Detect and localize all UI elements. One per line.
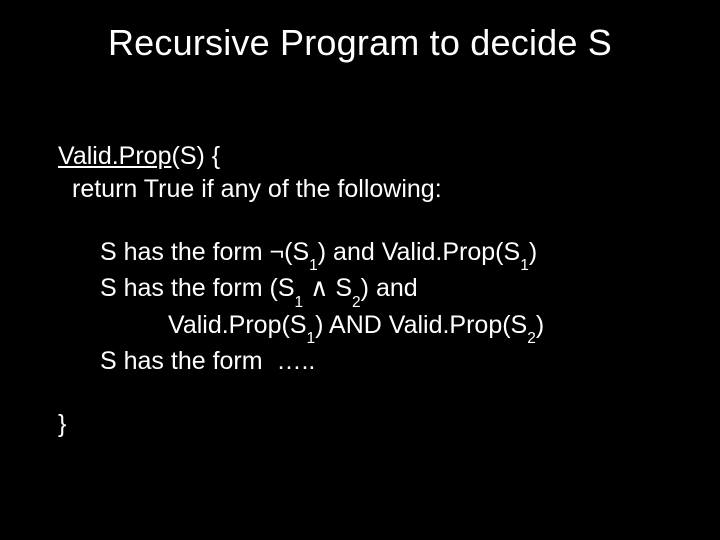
slide: Recursive Program to decide S Valid.Prop… — [0, 0, 720, 540]
not-symbol: ¬ — [270, 238, 285, 266]
case-2-line-2: Valid.Prop(S1) AND Valid.Prop(S2) — [58, 309, 680, 345]
close-brace: } — [58, 408, 680, 441]
spacer — [58, 206, 680, 236]
return-line: return True if any of the following: — [58, 173, 680, 206]
slide-body: Valid.Prop(S) { return True if any of th… — [58, 140, 680, 441]
spacer-2 — [58, 378, 680, 408]
case-2-line-1: S has the form (S1 ∧ S2) and — [58, 272, 680, 308]
slide-title: Recursive Program to decide S — [0, 22, 720, 64]
fn-name: Valid.Prop — [58, 142, 172, 170]
fn-decl-line: Valid.Prop(S) { — [58, 140, 680, 173]
fn-arg: (S) { — [172, 142, 221, 170]
case-3: S has the form ….. — [58, 345, 680, 378]
case-1: S has the form ¬(S1) and Valid.Prop(S1) — [58, 236, 680, 272]
and-symbol: ∧ — [303, 274, 335, 302]
